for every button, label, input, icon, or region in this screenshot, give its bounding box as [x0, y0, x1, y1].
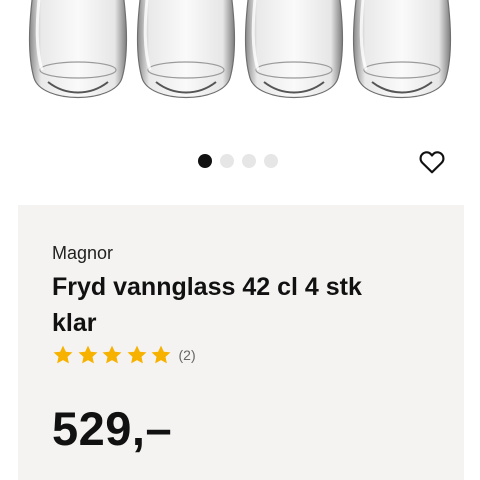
product-image-glass — [244, 0, 344, 99]
product-image-glass — [352, 0, 452, 99]
carousel-dot[interactable] — [242, 154, 256, 168]
star-icon — [78, 345, 97, 364]
favorite-button[interactable] — [418, 148, 446, 176]
product-info-card: Magnor Fryd vannglass 42 cl 4 stk klar (… — [18, 205, 464, 480]
star-icon — [151, 345, 171, 364]
brand-name[interactable]: Magnor — [52, 243, 113, 264]
product-rating[interactable]: (2) — [52, 344, 196, 366]
product-image-glass — [136, 0, 236, 99]
review-count: (2) — [178, 347, 196, 363]
product-title: Fryd vannglass 42 cl 4 stk klar — [52, 273, 362, 337]
star-icon — [102, 345, 122, 364]
carousel-dot[interactable] — [220, 154, 234, 168]
product-image-gallery[interactable] — [0, 0, 480, 140]
heart-outline-icon — [419, 151, 445, 174]
star-icon — [53, 345, 73, 364]
carousel-dot[interactable] — [198, 154, 212, 168]
product-image-glass — [28, 0, 128, 99]
star-icon — [127, 345, 146, 364]
rating-stars — [52, 344, 175, 366]
product-price: 529,– — [52, 402, 173, 455]
carousel-dot[interactable] — [264, 154, 278, 168]
carousel-dots — [198, 154, 278, 168]
